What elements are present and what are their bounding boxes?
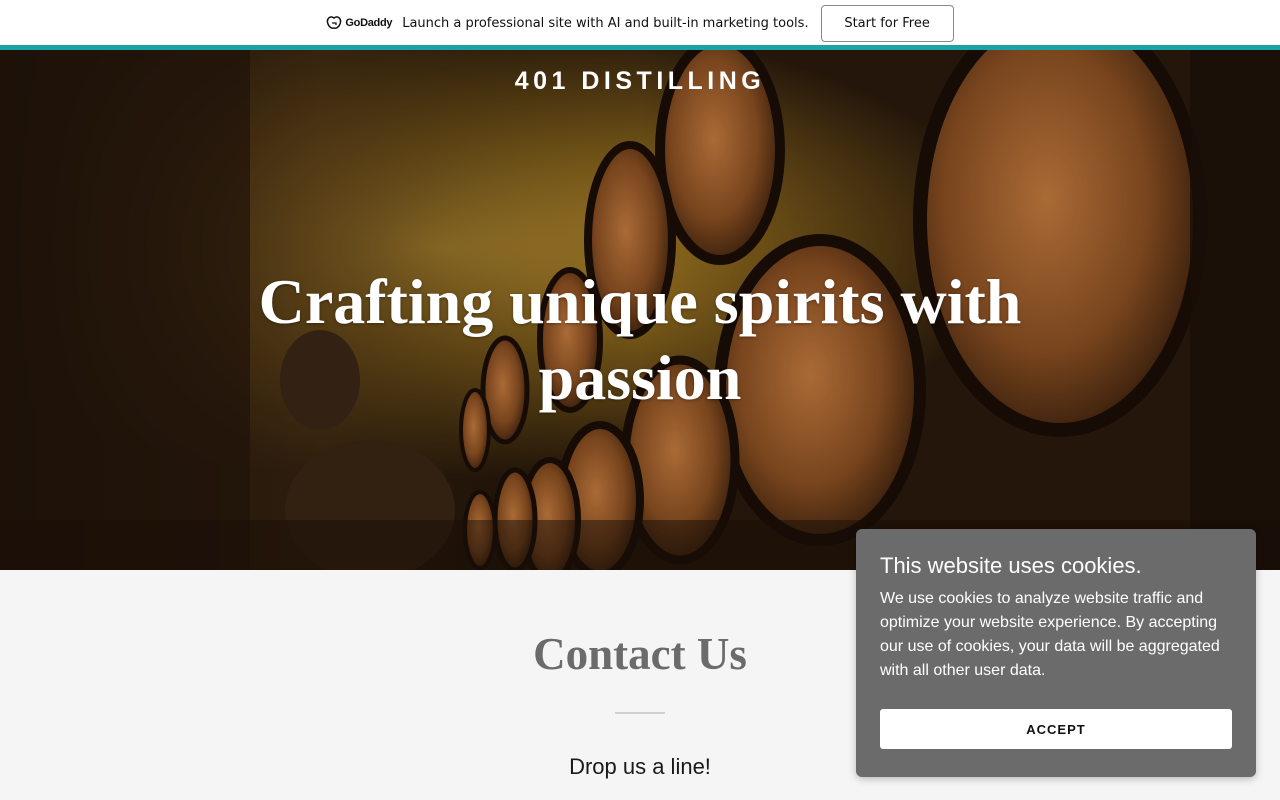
promo-bar: GoDaddy Launch a professional site with … — [0, 0, 1280, 46]
contact-divider — [615, 712, 665, 714]
accept-cookies-button[interactable]: ACCEPT — [880, 709, 1232, 749]
godaddy-logo-text: GoDaddy — [345, 17, 393, 29]
cookie-title: This website uses cookies. — [880, 553, 1142, 578]
godaddy-logo[interactable]: GoDaddy — [326, 16, 393, 30]
hero-headline: Crafting unique spirits with passion — [258, 266, 1022, 413]
cookie-banner: This website uses cookies. We use cookie… — [856, 529, 1256, 777]
hero-section: 401 DISTILLING Crafting unique spirits w… — [0, 50, 1280, 570]
cookie-message: We use cookies to analyze website traffi… — [880, 590, 1220, 679]
godaddy-icon — [327, 16, 342, 29]
start-for-free-button[interactable]: Start for Free — [820, 4, 954, 42]
site-brand[interactable]: 401 DISTILLING — [0, 67, 1280, 96]
promo-message: Launch a professional site with AI and b… — [402, 15, 809, 31]
